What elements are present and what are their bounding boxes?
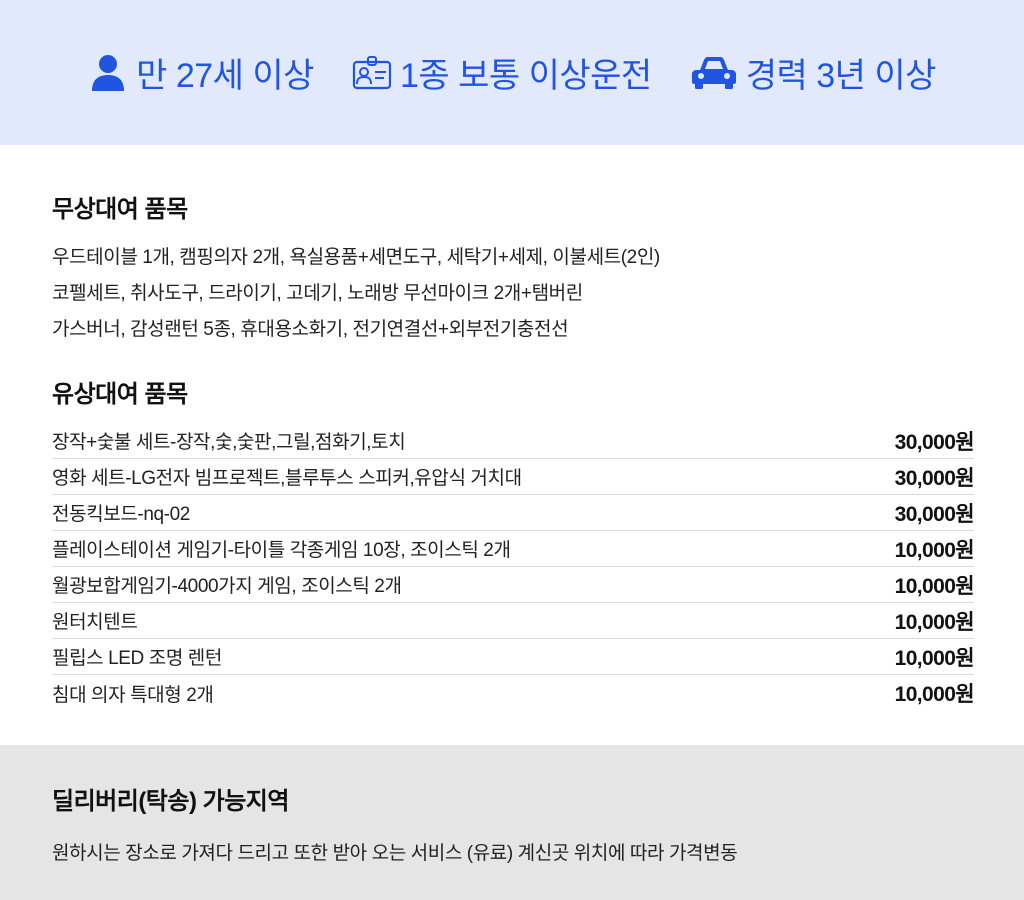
paid-item-price: 10,000원 — [894, 683, 975, 706]
delivery-description: 원하시는 장소로 가져다 드리고 또한 받아 오는 서비스 (유료) 계신곳 위… — [52, 843, 738, 864]
license-card-icon — [352, 53, 392, 93]
paid-item-row: 원터치텐트 10,000원 — [52, 603, 975, 639]
free-rental-line: 코펠세트, 취사도구, 드라이기, 고데기, 노래방 무선마이크 2개+탬버린 — [52, 283, 583, 304]
paid-item-price: 30,000원 — [894, 466, 975, 490]
paid-item-price: 10,000원 — [894, 610, 975, 634]
requirement-age-label: 만 27세 이상 — [136, 57, 314, 95]
car-icon — [690, 53, 738, 93]
paid-item-row: 장작+숯불 세트-장작,숯,숯판,그릴,점화기,토치 30,000원 — [52, 423, 975, 459]
delivery-title: 딜리버리(탁송) 가능지역 — [52, 788, 289, 815]
paid-item-name: 플레이스테이션 게임기-타이틀 각종게임 10장, 조이스틱 2개 — [52, 540, 511, 561]
paid-item-name: 장작+숯불 세트-장작,숯,숯판,그릴,점화기,토치 — [52, 432, 406, 453]
paid-rental-list: 장작+숯불 세트-장작,숯,숯판,그릴,점화기,토치 30,000원 영화 세트… — [52, 423, 975, 711]
requirements-bar: 만 27세 이상 1종 보통 이상운전 경력 3년 이상 — [0, 0, 1024, 145]
paid-item-row: 영화 세트-LG전자 빔프로젝트,블루투스 스피커,유압식 거치대 30,000… — [52, 459, 975, 495]
paid-item-row: 월광보합게임기-4000가지 게임, 조이스틱 2개 10,000원 — [52, 567, 975, 603]
paid-item-name: 원터치텐트 — [52, 612, 138, 633]
paid-item-name: 전동킥보드-nq-02 — [52, 504, 190, 525]
paid-item-price: 10,000원 — [894, 538, 975, 562]
requirement-license-label: 1종 보통 이상운전 — [399, 57, 652, 95]
paid-item-row: 전동킥보드-nq-02 30,000원 — [52, 495, 975, 531]
delivery-section: 딜리버리(탁송) 가능지역 원하시는 장소로 가져다 드리고 또한 받아 오는 … — [0, 745, 1024, 900]
paid-item-price: 30,000원 — [894, 502, 975, 526]
paid-item-name: 월광보합게임기-4000가지 게임, 조이스틱 2개 — [52, 576, 402, 597]
person-icon — [88, 53, 128, 93]
paid-item-price: 30,000원 — [894, 430, 975, 454]
paid-item-row: 플레이스테이션 게임기-타이틀 각종게임 10장, 조이스틱 2개 10,000… — [52, 531, 975, 567]
requirement-license: 1종 보통 이상운전 — [352, 48, 652, 97]
paid-item-row: 침대 의자 특대형 2개 10,000원 — [52, 675, 975, 711]
requirement-age: 만 27세 이상 — [88, 48, 314, 97]
paid-item-price: 10,000원 — [894, 574, 975, 598]
paid-item-name: 필립스 LED 조명 렌턴 — [52, 648, 222, 669]
free-rental-list: 우드테이블 1개, 캠핑의자 2개, 욕실용품+세면도구, 세탁기+세제, 이불… — [52, 240, 974, 348]
paid-item-row: 필립스 LED 조명 렌턴 10,000원 — [52, 639, 975, 675]
requirement-experience: 경력 3년 이상 — [690, 48, 936, 97]
requirement-experience-label: 경력 3년 이상 — [745, 57, 937, 95]
paid-item-name: 영화 세트-LG전자 빔프로젝트,블루투스 스피커,유압식 거치대 — [52, 468, 522, 489]
rental-info: 무상대여 품목 우드테이블 1개, 캠핑의자 2개, 욕실용품+세면도구, 세탁… — [52, 145, 975, 711]
paid-rental-title: 유상대여 품목 — [52, 381, 188, 408]
paid-item-price: 10,000원 — [894, 646, 975, 670]
paid-item-name: 침대 의자 특대형 2개 — [52, 684, 214, 706]
free-rental-line: 가스버너, 감성랜턴 5종, 휴대용소화기, 전기연결선+외부전기충전선 — [52, 319, 569, 340]
free-rental-title: 무상대여 품목 — [52, 196, 188, 223]
free-rental-line: 우드테이블 1개, 캠핑의자 2개, 욕실용품+세면도구, 세탁기+세제, 이불… — [52, 247, 660, 268]
